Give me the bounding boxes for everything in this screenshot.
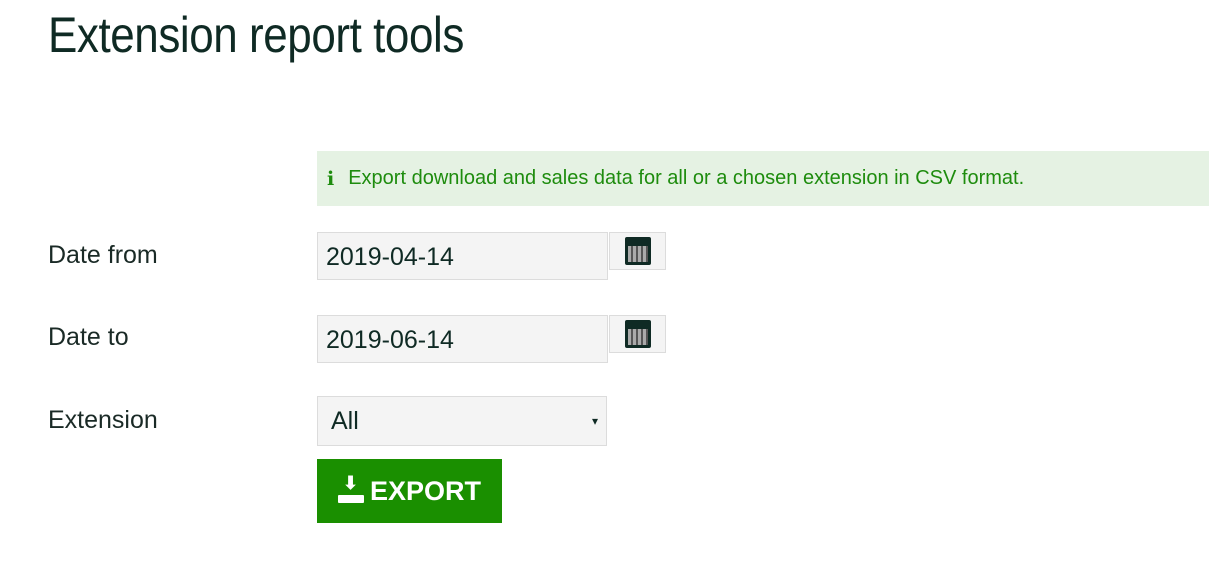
- date-to-calendar-button[interactable]: [609, 315, 666, 353]
- date-to-input[interactable]: 2019-06-14: [317, 315, 608, 363]
- extension-select-value: All: [331, 407, 359, 435]
- date-from-calendar-button[interactable]: [609, 232, 666, 270]
- info-text: Export download and sales data for all o…: [348, 167, 1025, 189]
- info-banner: i Export download and sales data for all…: [317, 151, 1209, 206]
- export-button[interactable]: EXPORT: [317, 459, 502, 523]
- export-label: EXPORT: [369, 475, 482, 506]
- info-icon: i: [327, 167, 335, 190]
- calendar-icon: [624, 237, 651, 265]
- download-icon: [337, 473, 364, 503]
- chevron-down-icon: ▾: [591, 414, 598, 428]
- page-title: Extension report tools: [48, 7, 464, 63]
- calendar-icon: [624, 320, 651, 348]
- extension-select[interactable]: All ▾: [317, 396, 607, 446]
- date-to-label: Date to: [48, 323, 129, 351]
- date-from-label: Date from: [48, 241, 158, 269]
- date-from-input[interactable]: 2019-04-14: [317, 232, 608, 280]
- extension-label: Extension: [48, 406, 158, 434]
